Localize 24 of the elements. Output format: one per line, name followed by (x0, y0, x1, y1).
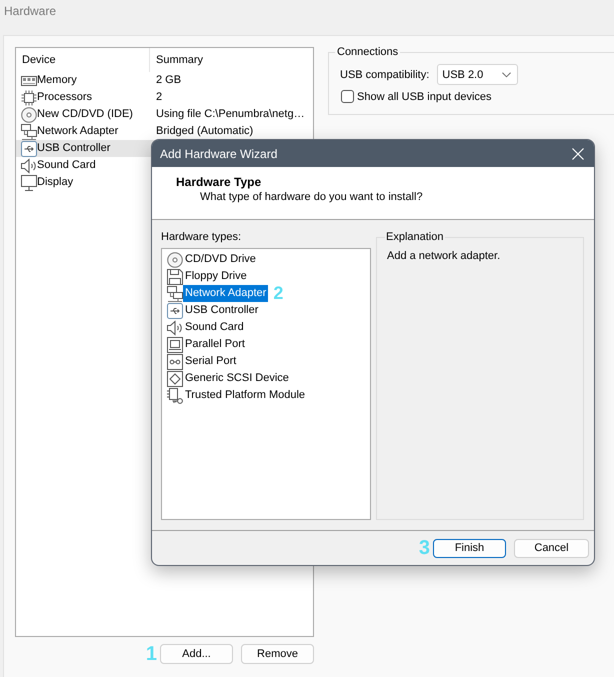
group-title: Explanation (385, 230, 444, 244)
device-name: Display (37, 175, 74, 190)
device-name: Sound Card (37, 158, 96, 173)
device-summary: Bridged (Automatic) (156, 124, 254, 139)
device-name: New CD/DVD (IDE) (37, 107, 133, 122)
device-name: Processors (37, 90, 92, 105)
device-summary: 2 (156, 90, 162, 105)
explanation-text: Add a network adapter. (387, 249, 502, 263)
window-title: Hardware (3, 3, 58, 20)
device-name: USB Controller (37, 141, 110, 156)
dialog-heading: Hardware Type (176, 175, 262, 190)
step-number: 1 (146, 644, 157, 664)
step-number: 2 (273, 285, 284, 302)
device-name: Memory (37, 73, 77, 88)
dialog-title: Add Hardware Wizard (160, 146, 278, 160)
group-title: Connections (336, 45, 400, 59)
field-label: USB compatibility: (340, 68, 430, 80)
device-summary: 2 GB (156, 73, 182, 88)
dialog-subheading: What type of hardware do you want to install? (199, 190, 424, 205)
step-number: 3 (418, 538, 430, 558)
device-summary: Using file C:\Penumbra\netg… (156, 107, 305, 122)
device-name: Network Adapter (37, 124, 118, 139)
list-label: Hardware types: (161, 230, 242, 244)
checkbox-label: Show all USB input devices (357, 90, 492, 102)
